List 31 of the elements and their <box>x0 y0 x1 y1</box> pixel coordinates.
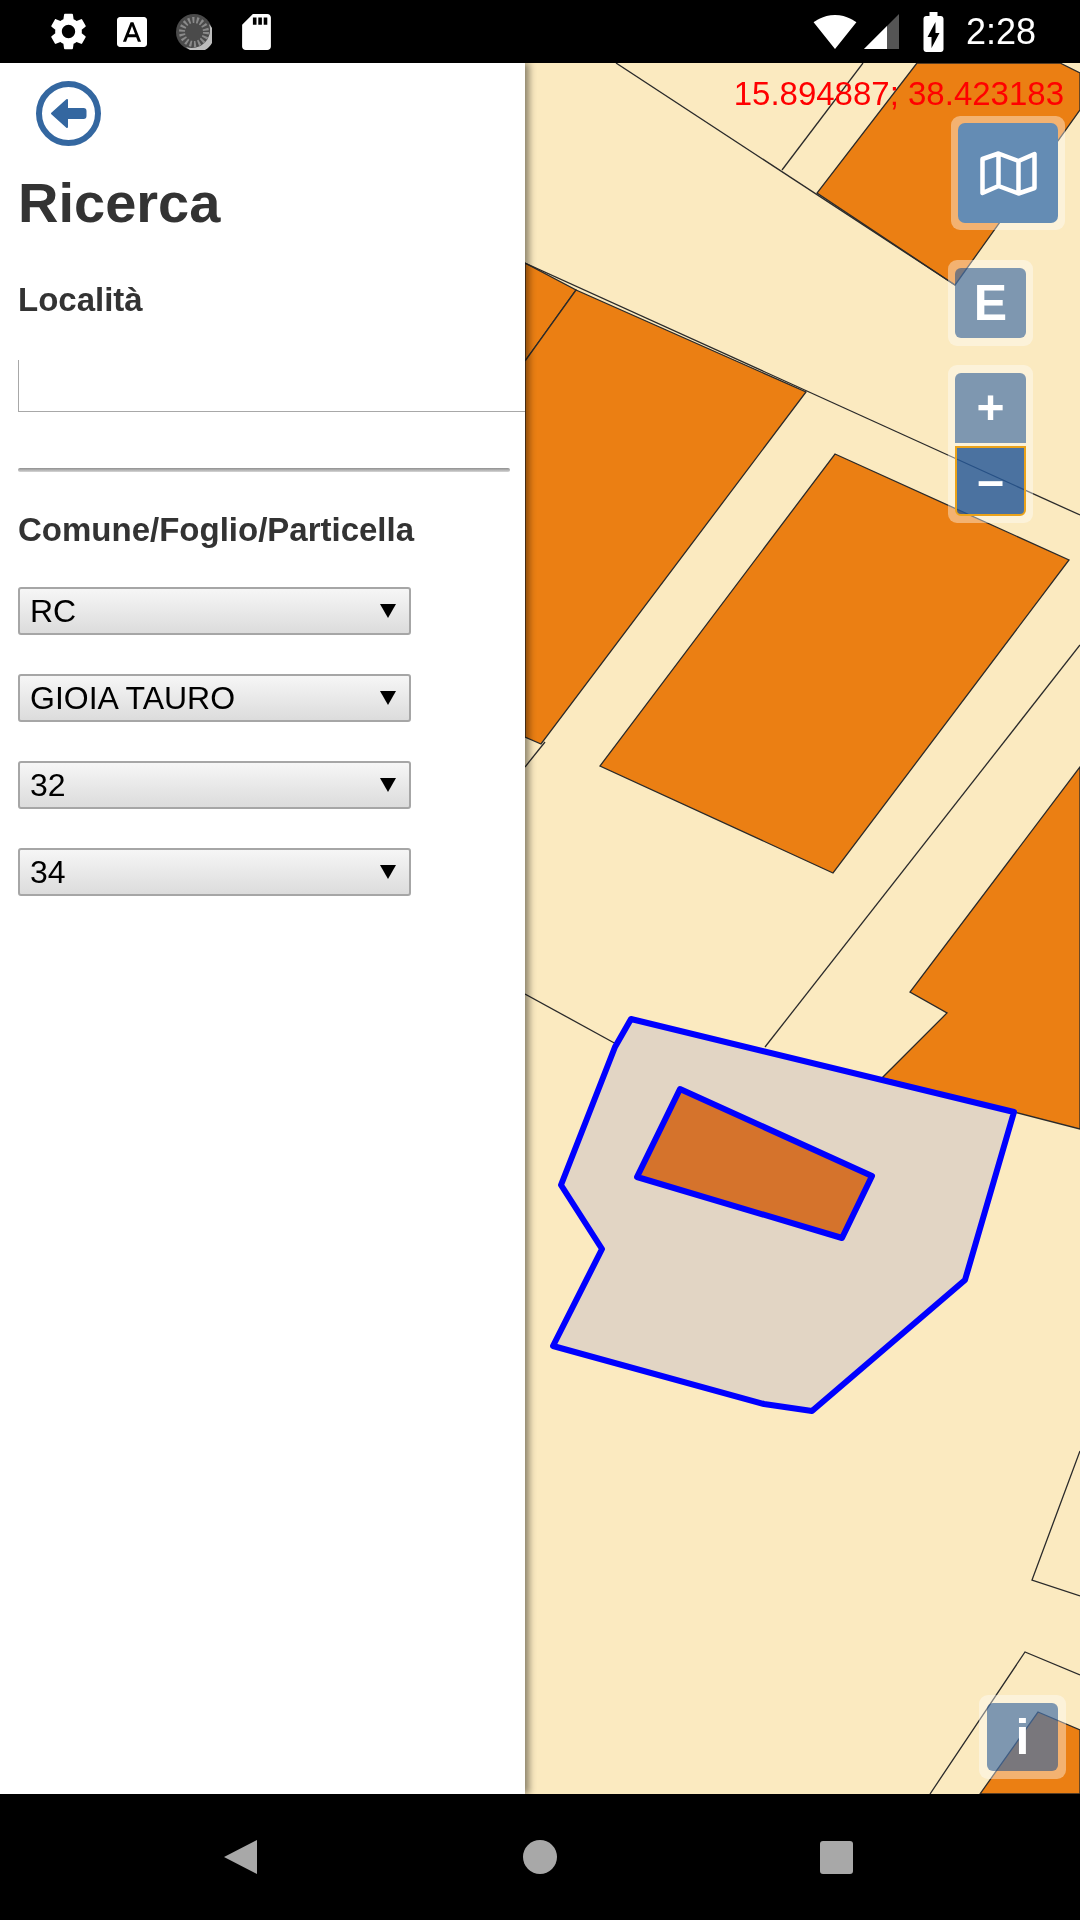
home-circle-icon <box>523 1840 557 1874</box>
back-button[interactable] <box>36 81 101 146</box>
dropdown[interactable]: 34 <box>18 848 411 896</box>
caret-icon <box>380 865 396 879</box>
disc-icon <box>176 13 212 50</box>
info-button[interactable]: i <box>987 1703 1058 1771</box>
status-time: 2:28 <box>965 13 1036 50</box>
locality-input[interactable] <box>18 360 525 412</box>
caret-icon <box>380 604 396 618</box>
recents-square-icon <box>820 1840 853 1874</box>
recents-button[interactable] <box>820 1840 853 1874</box>
dropdown[interactable]: RC <box>18 587 411 635</box>
back-button[interactable] <box>224 1840 257 1874</box>
dropdown[interactable]: 32 <box>18 761 411 809</box>
caret-icon <box>380 778 396 792</box>
wifi-icon <box>812 14 857 49</box>
page-title: Ricerca <box>18 175 221 231</box>
signal-icon <box>863 14 899 49</box>
battery-charging-icon <box>922 11 944 52</box>
dropdown[interactable]: GIOIA TAURO <box>18 674 411 722</box>
settings-icon <box>50 13 87 50</box>
field-label: Località <box>18 283 143 316</box>
caret-icon <box>380 691 396 705</box>
zoom-out-button[interactable]: – <box>955 446 1026 516</box>
map-icon <box>979 150 1037 196</box>
font-icon <box>117 16 147 47</box>
section-label: Comune/Foglio/Particella <box>18 513 415 546</box>
map-layers-button[interactable] <box>958 123 1058 223</box>
back-triangle-icon <box>224 1840 257 1874</box>
sd-card-icon <box>242 13 271 50</box>
home-button[interactable] <box>523 1840 557 1874</box>
